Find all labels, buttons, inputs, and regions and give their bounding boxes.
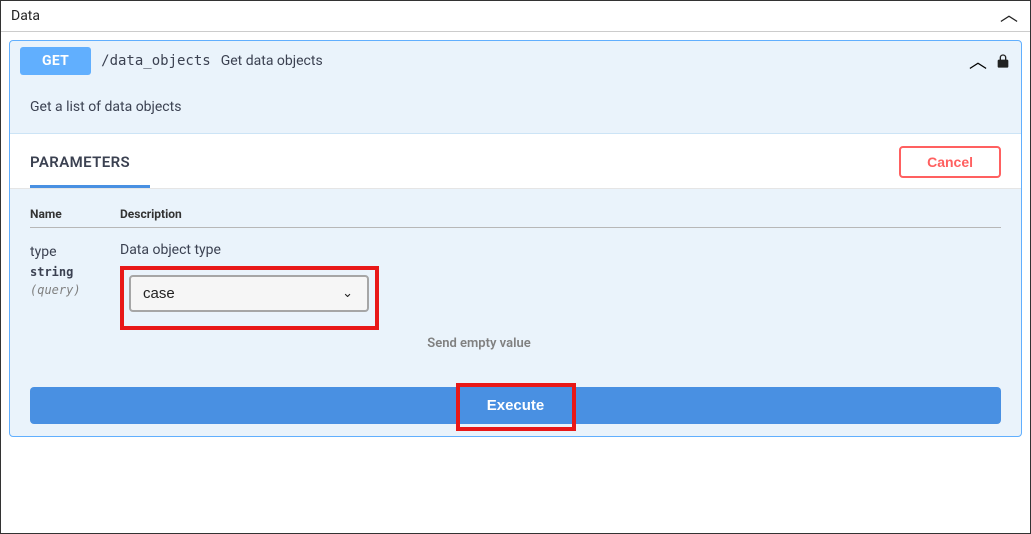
parameters-tab-underline — [30, 185, 150, 188]
http-method-badge: GET — [20, 47, 91, 75]
lock-icon[interactable] — [995, 53, 1011, 69]
operation-path: /data_objects — [101, 53, 211, 69]
cancel-button[interactable]: Cancel — [899, 146, 1001, 178]
param-type: string — [30, 263, 120, 281]
param-name: type — [30, 242, 120, 263]
operation-header[interactable]: GET /data_objects Get data objects ︿ — [10, 41, 1021, 81]
parameters-header: PARAMETERS Cancel — [10, 134, 1021, 189]
operation-summary: Get data objects — [221, 53, 323, 69]
operation-block: GET /data_objects Get data objects ︿ Get… — [9, 40, 1022, 437]
chevron-up-icon: ︿ — [1000, 7, 1018, 25]
param-in: (query) — [30, 281, 120, 299]
send-empty-value[interactable]: Send empty value — [0, 330, 1001, 369]
parameter-row: type string (query) Data object type cas… — [30, 228, 1001, 330]
section-title: Data — [11, 8, 40, 24]
section-header[interactable]: Data ︿ — [1, 1, 1030, 32]
column-header-name: Name — [30, 207, 120, 221]
chevron-up-icon[interactable]: ︿ — [969, 48, 987, 74]
column-header-description: Description — [120, 207, 1001, 221]
parameters-title: PARAMETERS — [30, 153, 130, 171]
param-description: Data object type — [120, 242, 1001, 258]
highlight-box-select: case ⌄ — [120, 266, 379, 330]
parameters-table: Name Description type string (query) Dat… — [10, 189, 1021, 369]
type-select[interactable]: case — [129, 275, 369, 312]
execute-button[interactable]: Execute — [30, 387, 1001, 424]
operation-description: Get a list of data objects — [10, 81, 1021, 134]
